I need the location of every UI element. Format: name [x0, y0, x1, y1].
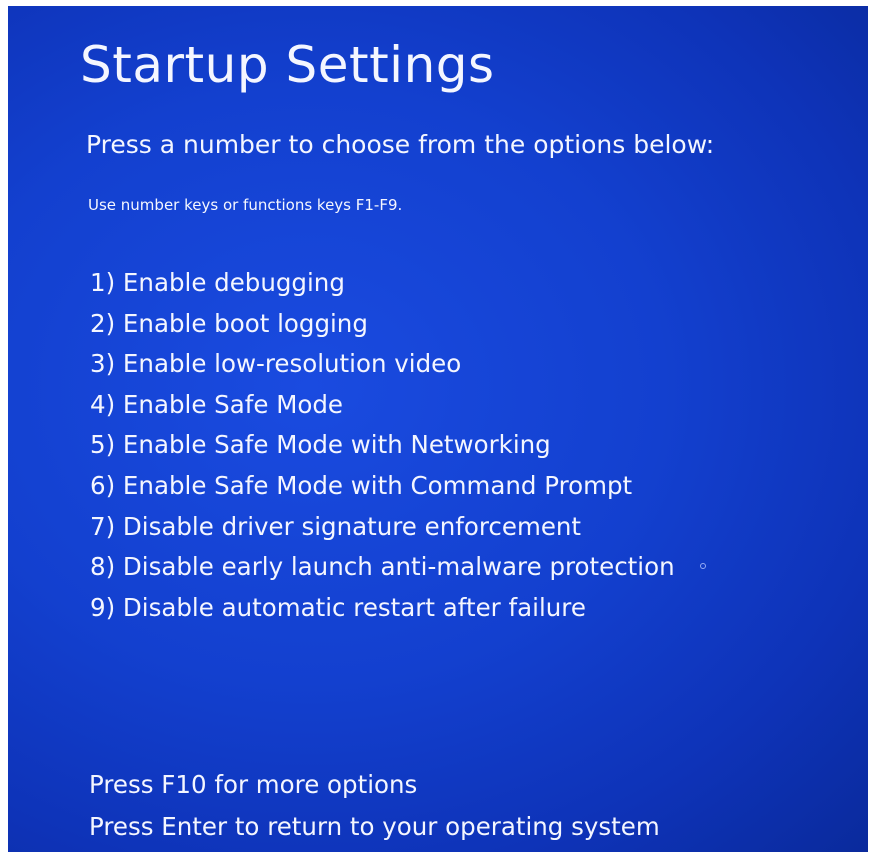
option-enable-safe-mode-networking[interactable]: 5) Enable Safe Mode with Networking [90, 427, 675, 468]
page-title: Startup Settings [80, 36, 495, 94]
startup-options-list: 1) Enable debugging 2) Enable boot loggi… [90, 265, 675, 630]
mouse-pointer-icon [700, 563, 706, 569]
more-options-action[interactable]: Press F10 for more options [89, 766, 660, 808]
return-to-os-action[interactable]: Press Enter to return to your operating … [89, 808, 660, 850]
option-enable-safe-mode[interactable]: 4) Enable Safe Mode [90, 387, 675, 428]
key-hint: Use number keys or functions keys F1-F9. [88, 196, 403, 214]
option-disable-driver-signature-enforcement[interactable]: 7) Disable driver signature enforcement [90, 509, 675, 550]
option-enable-safe-mode-command-prompt[interactable]: 6) Enable Safe Mode with Command Prompt [90, 468, 675, 509]
option-enable-low-resolution-video[interactable]: 3) Enable low-resolution video [90, 346, 675, 387]
option-disable-automatic-restart[interactable]: 9) Disable automatic restart after failu… [90, 590, 675, 631]
startup-settings-screen: Startup Settings Press a number to choos… [8, 6, 868, 852]
option-enable-boot-logging[interactable]: 2) Enable boot logging [90, 306, 675, 347]
footer-actions: Press F10 for more options Press Enter t… [89, 766, 660, 850]
option-enable-debugging[interactable]: 1) Enable debugging [90, 265, 675, 306]
option-disable-early-launch-anti-malware[interactable]: 8) Disable early launch anti-malware pro… [90, 549, 675, 590]
instruction-prompt: Press a number to choose from the option… [86, 130, 715, 159]
